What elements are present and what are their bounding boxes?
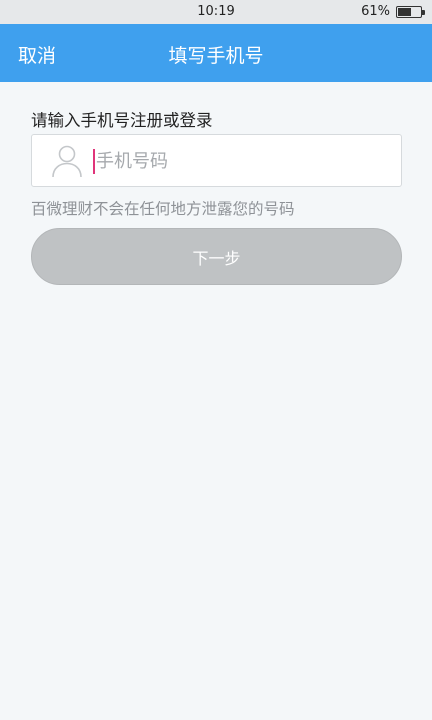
battery-icon: [396, 6, 425, 18]
privacy-note: 百微理财不会在任何地方泄露您的号码: [31, 200, 295, 218]
next-step-button[interactable]: 下一步: [31, 228, 402, 285]
user-icon: [52, 145, 82, 178]
text-caret: [93, 149, 95, 174]
status-bar: 10:19 61%: [0, 0, 432, 24]
status-right: 61%: [361, 4, 425, 19]
page-title: 填写手机号: [168, 45, 264, 67]
battery-percent: 61%: [361, 4, 390, 19]
app-bar: 取消 填写手机号: [0, 24, 432, 82]
phone-input[interactable]: [96, 143, 386, 179]
form-prompt: 请输入手机号注册或登录: [31, 111, 213, 130]
phone-input-box[interactable]: [31, 134, 402, 187]
battery-fill: [398, 8, 411, 16]
